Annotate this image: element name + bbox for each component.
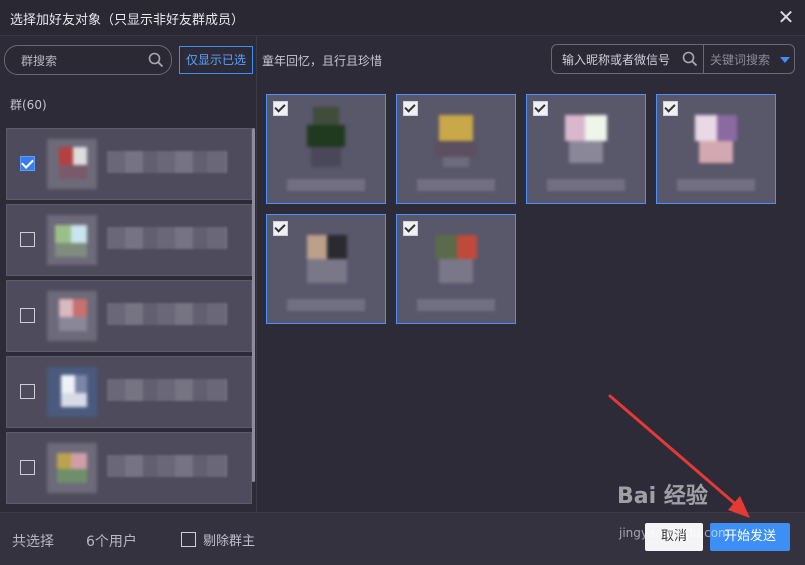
member-checkbox[interactable] xyxy=(403,101,418,116)
member-checkbox[interactable] xyxy=(533,101,548,116)
search-icon[interactable] xyxy=(147,51,165,69)
member-card[interactable] xyxy=(396,214,516,324)
nickname-search-box[interactable]: 关键词搜索 xyxy=(551,44,795,74)
member-checkbox[interactable] xyxy=(663,101,678,116)
blurred-group-name xyxy=(107,303,227,325)
cancel-button[interactable]: 取消 xyxy=(645,523,703,551)
blurred-group-name xyxy=(107,227,227,249)
member-grid xyxy=(257,86,805,466)
blurred-avatar xyxy=(695,115,737,163)
blurred-member-name xyxy=(677,179,755,191)
member-card[interactable] xyxy=(656,94,776,204)
member-checkbox[interactable] xyxy=(403,221,418,236)
total-selected-label: 共选择 xyxy=(12,534,54,550)
blurred-avatar xyxy=(47,367,97,417)
total-selected-count: 6个用户 xyxy=(86,534,137,550)
group-search-box[interactable] xyxy=(4,45,172,75)
group-list-panel: 仅显示已选 群(60) xyxy=(0,36,257,512)
member-card[interactable] xyxy=(266,214,386,324)
start-send-button[interactable]: 开始发送 xyxy=(710,523,790,551)
group-checkbox[interactable] xyxy=(20,460,35,475)
blurred-member-name xyxy=(287,179,365,191)
group-checkbox[interactable] xyxy=(20,308,35,323)
group-checkbox[interactable] xyxy=(20,384,35,399)
member-checkbox[interactable] xyxy=(273,101,288,116)
blurred-avatar xyxy=(307,107,345,167)
group-list-scrollbar[interactable] xyxy=(252,128,255,482)
group-list-item[interactable] xyxy=(6,356,252,428)
group-list-item[interactable] xyxy=(6,432,252,504)
nickname-search-input[interactable] xyxy=(560,49,682,71)
group-list-item[interactable] xyxy=(6,204,252,276)
member-panel: 童年回忆，且行且珍惜 关键词搜索 xyxy=(257,36,805,512)
blurred-avatar xyxy=(47,291,97,341)
group-checkbox[interactable] xyxy=(20,156,35,171)
window-title: 选择加好友对象（只显示非好友群成员） xyxy=(10,13,245,28)
group-list-item[interactable] xyxy=(6,128,252,200)
group-search-input[interactable] xyxy=(19,50,143,72)
member-card[interactable] xyxy=(396,94,516,204)
blurred-group-name xyxy=(107,455,227,477)
blurred-avatar xyxy=(47,215,97,265)
blurred-member-name xyxy=(287,299,365,311)
member-checkbox[interactable] xyxy=(273,221,288,236)
remove-owner-label: 剔除群主 xyxy=(203,534,256,549)
current-group-name: 童年回忆，且行且珍惜 xyxy=(262,54,383,68)
search-divider xyxy=(703,45,704,73)
title-bar: 选择加好友对象（只显示非好友群成员） ✕ xyxy=(0,0,805,36)
group-count-label: 群(60) xyxy=(10,98,47,112)
group-list xyxy=(0,126,256,512)
blurred-avatar xyxy=(565,115,607,163)
chevron-down-icon[interactable] xyxy=(780,57,790,63)
group-checkbox[interactable] xyxy=(20,232,35,247)
blurred-avatar xyxy=(307,235,347,283)
blurred-avatar xyxy=(47,139,97,189)
remove-owner-checkbox[interactable] xyxy=(181,532,196,547)
blurred-member-name xyxy=(417,299,495,311)
blurred-member-name xyxy=(417,179,495,191)
footer-bar: 共选择 6个用户 剔除群主 取消 开始发送 xyxy=(0,512,805,565)
keyword-search-select[interactable]: 关键词搜索 xyxy=(710,51,784,69)
blurred-group-name xyxy=(107,151,227,173)
group-list-item[interactable] xyxy=(6,280,252,352)
search-icon[interactable] xyxy=(681,50,699,68)
blurred-member-name xyxy=(547,179,625,191)
blurred-avatar xyxy=(435,115,477,167)
member-card[interactable] xyxy=(526,94,646,204)
blurred-avatar xyxy=(435,235,477,283)
close-icon[interactable]: ✕ xyxy=(775,6,797,28)
member-card[interactable] xyxy=(266,94,386,204)
only-selected-button[interactable]: 仅显示已选 xyxy=(179,46,253,74)
blurred-avatar xyxy=(47,443,97,493)
blurred-group-name xyxy=(107,379,227,401)
